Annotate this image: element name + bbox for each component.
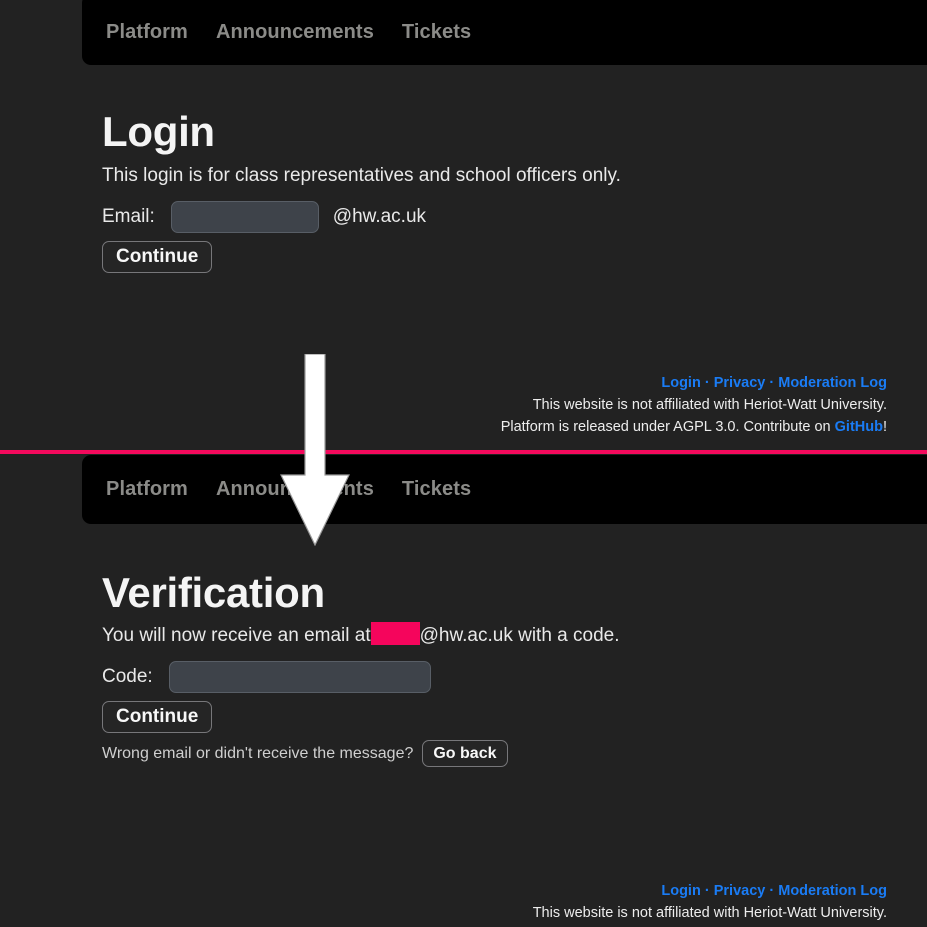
verification-lede-prefix: You will now receive an email at <box>102 625 371 646</box>
footer-link-login[interactable]: Login <box>661 375 700 391</box>
footer-separator-2: · <box>769 375 775 391</box>
footer-license-suffix: ! <box>882 419 887 436</box>
footer-separator-2: · <box>769 883 775 899</box>
login-content: Login <box>102 108 927 155</box>
nav-item-tickets[interactable]: Tickets <box>402 478 471 501</box>
code-input[interactable] <box>168 661 431 693</box>
footer-links-row: Login · Privacy · Moderation Log <box>501 880 887 902</box>
verification-lede-wrap: You will now receive an email at @hw.ac.u… <box>102 622 927 649</box>
verification-continue-button[interactable]: Continue <box>102 701 213 733</box>
footer-license-prefix: Platform is released under AGPL 3.0. Con… <box>500 419 835 436</box>
verification-code-row: Code: <box>102 661 927 693</box>
footer-separator-1: · <box>704 375 710 391</box>
login-continue-button[interactable]: Continue <box>102 241 213 273</box>
footer-links-row: Login · Privacy · Moderation Log <box>501 372 887 394</box>
email-field-row: Email: @hw.ac.uk <box>102 201 927 233</box>
login-footer: Login · Privacy · Moderation Log This we… <box>501 372 887 438</box>
go-back-row: Wrong email or didn't receive the messag… <box>102 740 927 767</box>
verification-lede: You will now receive an email at @hw.ac.u… <box>102 622 927 649</box>
login-page-title: Login <box>102 108 215 155</box>
footer-license-line: Platform is released under AGPL 3.0. Con… <box>501 416 887 438</box>
email-domain-suffix: @hw.ac.uk <box>332 206 427 227</box>
verification-footer: Login · Privacy · Moderation Log This we… <box>501 880 887 927</box>
login-lede: This login is for class representatives … <box>102 165 621 186</box>
go-back-button[interactable]: Go back <box>422 740 508 767</box>
footer-affiliation-line: This website is not affiliated with Heri… <box>532 397 887 414</box>
email-input[interactable] <box>170 201 319 233</box>
verification-helper: Wrong email or didn't receive the messag… <box>102 740 927 767</box>
nav-item-announcements[interactable]: Announcements <box>216 21 374 44</box>
wrong-email-helper-text: Wrong email or didn't receive the messag… <box>102 744 414 762</box>
login-email-row: Email: @hw.ac.uk <box>102 201 927 233</box>
verification-content: Verification <box>102 569 927 616</box>
login-actions: Continue <box>102 241 927 273</box>
bottom-navbar: Platform Announcements Tickets <box>82 455 927 524</box>
login-lede-wrap: This login is for class representatives … <box>102 163 927 189</box>
email-label: Email: <box>102 206 155 227</box>
footer-separator-1: · <box>704 883 710 899</box>
bottom-nav-links: Platform Announcements Tickets <box>82 478 471 501</box>
verification-lede-suffix: @hw.ac.uk with a code. <box>419 625 620 646</box>
verification-page-title: Verification <box>102 569 325 616</box>
top-nav-links: Platform Announcements Tickets <box>82 21 471 44</box>
footer-link-privacy[interactable]: Privacy <box>714 375 766 391</box>
nav-item-announcements[interactable]: Announcements <box>216 478 374 501</box>
verification-actions: Continue <box>102 701 927 733</box>
redacted-email-block <box>370 622 420 645</box>
screenshot-root: Platform Announcements Tickets Login Thi… <box>0 0 927 927</box>
footer-link-moderation-log[interactable]: Moderation Log <box>778 883 887 899</box>
footer-link-privacy[interactable]: Privacy <box>714 883 766 899</box>
code-label: Code: <box>102 666 153 687</box>
panel-divider <box>0 450 927 454</box>
code-field-row: Code: <box>102 661 927 693</box>
nav-item-tickets[interactable]: Tickets <box>402 21 471 44</box>
footer-link-moderation-log[interactable]: Moderation Log <box>778 375 887 391</box>
nav-item-platform[interactable]: Platform <box>106 21 188 44</box>
nav-item-platform[interactable]: Platform <box>106 478 188 501</box>
footer-affiliation-line: This website is not affiliated with Heri… <box>532 905 887 922</box>
top-navbar: Platform Announcements Tickets <box>82 0 927 65</box>
footer-link-login[interactable]: Login <box>661 883 700 899</box>
verification-page-panel: Platform Announcements Tickets Verificat… <box>0 455 927 927</box>
footer-link-github[interactable]: GitHub <box>835 419 883 435</box>
login-page-panel: Platform Announcements Tickets Login Thi… <box>0 0 927 451</box>
